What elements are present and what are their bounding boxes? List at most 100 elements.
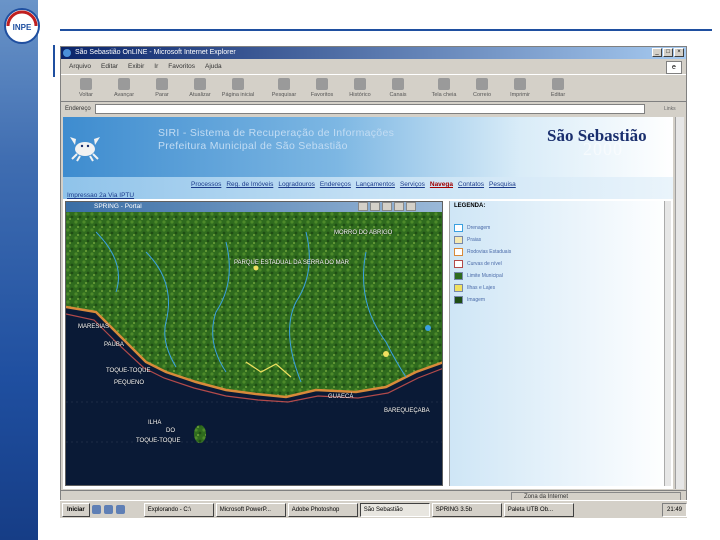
map-label-pequeno: PEQUENO xyxy=(114,380,145,386)
slide-left-bar xyxy=(0,0,38,540)
image-swatch-icon xyxy=(454,295,463,304)
legend-item[interactable]: Imagem xyxy=(454,295,485,304)
nav-reg-imoveis[interactable]: Reg. de Imóveis xyxy=(226,181,273,188)
task-paleta[interactable]: Paleta UTB Ob... xyxy=(503,502,574,517)
road-swatch-icon xyxy=(454,247,463,256)
search-button[interactable]: Pesquisar xyxy=(265,75,303,103)
address-label: Endereço xyxy=(65,106,91,112)
nav-processos[interactable]: Processos xyxy=(191,181,221,188)
task-spring[interactable]: SPRING 3.5b xyxy=(431,502,502,517)
task-explorer[interactable]: Explorando - C:\ xyxy=(143,502,214,517)
menu-exibir[interactable]: Exibir xyxy=(128,61,144,72)
map-label-toque: TOQUE-TOQUE xyxy=(106,368,151,374)
menu-arquivo[interactable]: Arquivo xyxy=(69,61,91,72)
ie-throbber-icon: e xyxy=(666,61,682,74)
menu-favoritos[interactable]: Favoritos xyxy=(168,61,195,72)
map-label-ilha-3: TOQUE-TOQUE xyxy=(136,438,181,444)
home-button[interactable]: Página inicial xyxy=(219,75,257,103)
address-input[interactable] xyxy=(95,104,645,114)
nav-enderecos[interactable]: Endereços xyxy=(320,181,351,188)
channels-button[interactable]: Canais xyxy=(379,75,417,103)
menu-ir[interactable]: Ir xyxy=(154,61,158,72)
map-refresh-icon[interactable] xyxy=(406,202,416,211)
nav-lancamentos[interactable]: Lançamentos xyxy=(356,181,395,188)
map-pan-icon[interactable] xyxy=(370,202,380,211)
contour-swatch-icon xyxy=(454,259,463,268)
nav-strip: Processos Reg. de Imóveis Logradouros En… xyxy=(63,177,673,199)
crab-logo-icon xyxy=(70,137,100,162)
links-button[interactable]: Links xyxy=(664,104,682,114)
menu-bar: Arquivo Editar Exibir Ir Favoritos Ajuda xyxy=(61,61,686,72)
maximize-button[interactable]: □ xyxy=(663,48,673,57)
channels-icon xyxy=(392,78,404,90)
islands-swatch-icon xyxy=(454,283,463,292)
map-label-maresias: MARESIAS xyxy=(78,324,110,330)
menu-ajuda[interactable]: Ajuda xyxy=(205,61,222,72)
start-button[interactable]: Iniciar xyxy=(62,502,90,517)
iptu-link[interactable]: Impressao 2a Via IPTU xyxy=(67,192,134,199)
legend-item[interactable]: Limite Municipal xyxy=(454,271,503,280)
refresh-icon xyxy=(194,78,206,90)
map-label-parque: PARQUE ESTADUAL DA SERRA DO MAR xyxy=(234,260,349,266)
back-arrow-icon xyxy=(80,78,92,90)
nav-navega[interactable]: Navega xyxy=(430,181,453,188)
nav-pesquisa[interactable]: Pesquisa xyxy=(489,181,516,188)
map-title: SPRING - Portal xyxy=(94,203,142,210)
minimize-button[interactable]: _ xyxy=(652,48,662,57)
mail-button[interactable]: Correio xyxy=(463,75,501,103)
forward-button[interactable]: Avançar xyxy=(105,75,143,103)
print-button[interactable]: Imprimir xyxy=(501,75,539,103)
browser-toolbar: Voltar Avançar Parar Atualizar Página in… xyxy=(61,74,686,102)
favorites-button[interactable]: Favoritos xyxy=(303,75,341,103)
history-button[interactable]: Histórico xyxy=(341,75,379,103)
slide: INPE São Sebastião OnLINE - Microsoft In… xyxy=(0,0,720,540)
map-label-ilha-2: DO xyxy=(166,428,175,434)
map-label-ilha-1: ILHA xyxy=(148,420,162,426)
fullscreen-button[interactable]: Tela cheia xyxy=(425,75,463,103)
back-button[interactable]: Voltar xyxy=(67,75,105,103)
task-sao-sebastiao[interactable]: São Sebastião xyxy=(359,502,430,517)
menu-editar[interactable]: Editar xyxy=(101,61,118,72)
edit-button[interactable]: Editar xyxy=(539,75,577,103)
map-label-barequecaba: BAREQUEÇABA xyxy=(384,408,430,414)
close-button[interactable]: × xyxy=(674,48,684,57)
satellite-map[interactable] xyxy=(66,212,443,486)
legend-item[interactable]: Rodovias Estaduais xyxy=(454,247,511,256)
task-powerpoint[interactable]: Microsoft PowerP... xyxy=(215,502,286,517)
search-icon xyxy=(278,78,290,90)
legend-title: LEGENDA: xyxy=(454,203,486,209)
nav-contatos[interactable]: Contatos xyxy=(458,181,484,188)
legend-item[interactable]: Ilhas e Lajes xyxy=(454,283,495,292)
edit-icon xyxy=(552,78,564,90)
nav-logradouros[interactable]: Logradouros xyxy=(278,181,315,188)
map-label-morro: MORRO DO ABRIGO xyxy=(334,230,393,236)
spring-map-panel[interactable]: SPRING - Portal MORRO DO ABRIGO PARQUE E… xyxy=(65,201,443,486)
outlook-quicklaunch-icon[interactable] xyxy=(115,505,125,514)
address-bar: Endereço Links xyxy=(61,103,686,115)
stop-button[interactable]: Parar xyxy=(143,75,181,103)
window-titlebar[interactable]: São Sebastião OnLINE - Microsoft Interne… xyxy=(61,47,686,59)
nav-servicos[interactable]: Serviços xyxy=(400,181,425,188)
site-title: SIRI - Sistema de Recuperação de Informa… xyxy=(158,127,395,152)
refresh-button[interactable]: Atualizar xyxy=(181,75,219,103)
svg-text:INPE: INPE xyxy=(13,23,32,32)
system-tray-clock[interactable]: 21:49 xyxy=(661,502,687,517)
legend-item[interactable]: Drenagem xyxy=(454,223,490,232)
legend-item[interactable]: Praias xyxy=(454,235,481,244)
task-photoshop[interactable]: Adobe Photoshop xyxy=(287,502,358,517)
desktop-quicklaunch-icon[interactable] xyxy=(103,505,113,514)
map-info-icon[interactable] xyxy=(394,202,404,211)
slide-vertical-rule xyxy=(53,45,55,77)
ie-icon xyxy=(63,49,71,57)
legend-scrollbar[interactable] xyxy=(664,201,671,486)
quick-launch xyxy=(91,505,142,514)
map-zoom-icon[interactable] xyxy=(358,202,368,211)
legend-item[interactable]: Curvas de nível xyxy=(454,259,502,268)
site-nav: Processos Reg. de Imóveis Logradouros En… xyxy=(191,181,516,188)
map-titlebar: SPRING - Portal xyxy=(66,202,442,212)
page-scrollbar[interactable] xyxy=(675,117,684,489)
forward-arrow-icon xyxy=(118,78,130,90)
fullscreen-icon xyxy=(438,78,450,90)
map-measure-icon[interactable] xyxy=(382,202,392,211)
ie-quicklaunch-icon[interactable] xyxy=(91,505,101,514)
